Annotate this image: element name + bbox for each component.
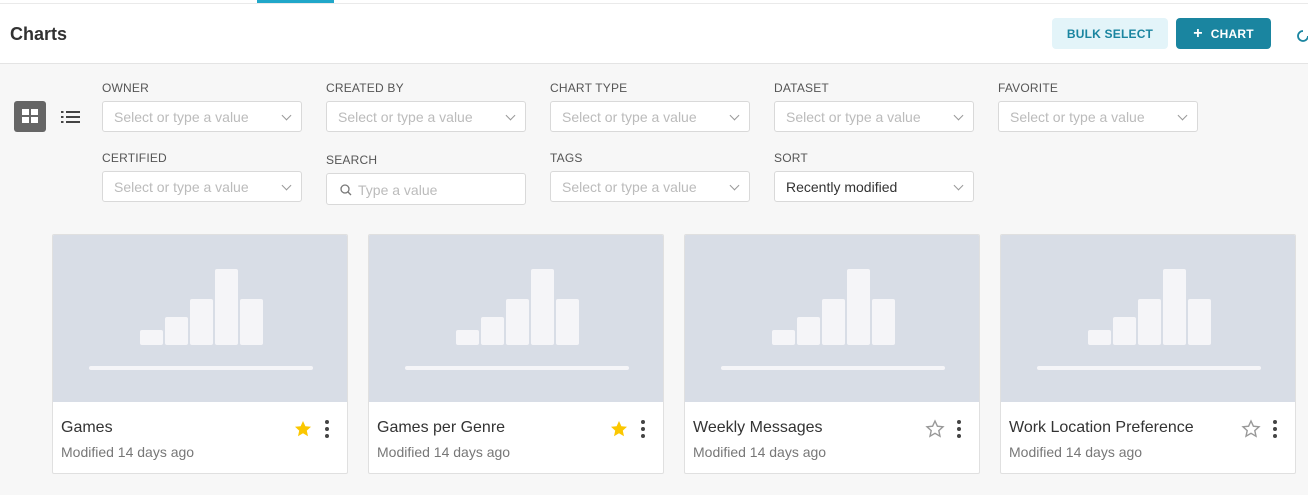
refresh-icon[interactable] (1296, 29, 1308, 43)
favorite-star-icon[interactable] (609, 419, 629, 439)
add-chart-label: CHART (1210, 26, 1254, 41)
more-options-icon[interactable] (637, 418, 649, 440)
bar-chart-placeholder-icon (405, 269, 629, 370)
chevron-down-icon (281, 110, 292, 121)
created-by-select[interactable]: Select or type a value (326, 101, 526, 132)
bulk-select-button[interactable]: BULK SELECT (1052, 18, 1168, 49)
grid-icon (22, 109, 38, 123)
favorite-filter-label: FAVORITE (998, 81, 1059, 95)
certified-select[interactable]: Select or type a value (102, 171, 302, 202)
favorite-star-icon[interactable] (293, 419, 313, 439)
chart-card-modified: Modified 14 days ago (693, 444, 827, 460)
chart-card-title[interactable]: Weekly Messages (693, 419, 823, 437)
chevron-down-icon (953, 110, 964, 121)
chart-thumbnail (369, 235, 663, 402)
search-input[interactable] (358, 180, 518, 200)
chart-card-modified: Modified 14 days ago (1009, 444, 1143, 460)
chart-card[interactable]: Games per Genre Modified 14 days ago (368, 234, 664, 474)
tags-filter-label: TAGS (550, 151, 583, 165)
tags-select-placeholder: Select or type a value (562, 179, 697, 195)
tags-select[interactable]: Select or type a value (550, 171, 750, 202)
chevron-down-icon (729, 180, 740, 191)
chevron-down-icon (953, 180, 964, 191)
dataset-select[interactable]: Select or type a value (774, 101, 974, 132)
owner-select[interactable]: Select or type a value (102, 101, 302, 132)
plus-icon: + (1193, 24, 1203, 42)
chart-thumbnail (685, 235, 979, 402)
add-chart-button[interactable]: + CHART (1176, 18, 1271, 49)
search-icon (340, 184, 352, 196)
chart-card[interactable]: Games Modified 14 days ago (52, 234, 348, 474)
chart-card[interactable]: Work Location Preference Modified 14 day… (1000, 234, 1296, 474)
chart-thumbnail (1001, 235, 1295, 402)
chevron-down-icon (505, 110, 516, 121)
owner-filter-label: OWNER (102, 81, 149, 95)
favorite-star-outline-icon[interactable] (1241, 419, 1261, 439)
chevron-down-icon (281, 180, 292, 191)
chart-type-select-placeholder: Select or type a value (562, 109, 697, 125)
sort-select[interactable]: Recently modified (774, 171, 974, 202)
chart-card[interactable]: Weekly Messages Modified 14 days ago (684, 234, 980, 474)
certified-select-placeholder: Select or type a value (114, 179, 249, 195)
chart-card-title[interactable]: Work Location Preference (1009, 419, 1194, 437)
chevron-down-icon (1177, 110, 1188, 121)
card-view-toggle[interactable] (14, 101, 46, 132)
favorite-star-outline-icon[interactable] (925, 419, 945, 439)
favorite-select-placeholder: Select or type a value (1010, 109, 1145, 125)
owner-select-placeholder: Select or type a value (114, 109, 249, 125)
dataset-filter-label: DATASET (774, 81, 829, 95)
chart-thumbnail (53, 235, 347, 402)
created-by-filter-label: CREATED BY (326, 81, 404, 95)
chevron-down-icon (729, 110, 740, 121)
bar-chart-placeholder-icon (89, 269, 313, 370)
chart-card-title[interactable]: Games per Genre (377, 419, 505, 437)
dataset-select-placeholder: Select or type a value (786, 109, 921, 125)
bar-chart-placeholder-icon (1037, 269, 1261, 370)
page-title: Charts (10, 24, 68, 44)
bar-chart-placeholder-icon (721, 269, 945, 370)
list-view-toggle[interactable] (58, 101, 84, 132)
more-options-icon[interactable] (1269, 418, 1281, 440)
chart-card-modified: Modified 14 days ago (61, 444, 195, 460)
sort-filter-label: SORT (774, 151, 808, 165)
chart-type-filter-label: CHART TYPE (550, 81, 628, 95)
more-options-icon[interactable] (321, 418, 333, 440)
sort-select-value: Recently modified (786, 179, 898, 195)
chart-type-select[interactable]: Select or type a value (550, 101, 750, 132)
page-header: Charts BULK SELECT + CHART (0, 4, 1308, 64)
list-icon (61, 111, 80, 123)
certified-filter-label: CERTIFIED (102, 151, 167, 165)
more-options-icon[interactable] (953, 418, 965, 440)
search-filter-label: SEARCH (326, 153, 378, 167)
favorite-select[interactable]: Select or type a value (998, 101, 1198, 132)
chart-card-modified: Modified 14 days ago (377, 444, 511, 460)
search-field[interactable] (326, 173, 526, 205)
chart-card-title[interactable]: Games (61, 419, 113, 437)
created-by-select-placeholder: Select or type a value (338, 109, 473, 125)
active-tab-indicator (257, 0, 334, 3)
